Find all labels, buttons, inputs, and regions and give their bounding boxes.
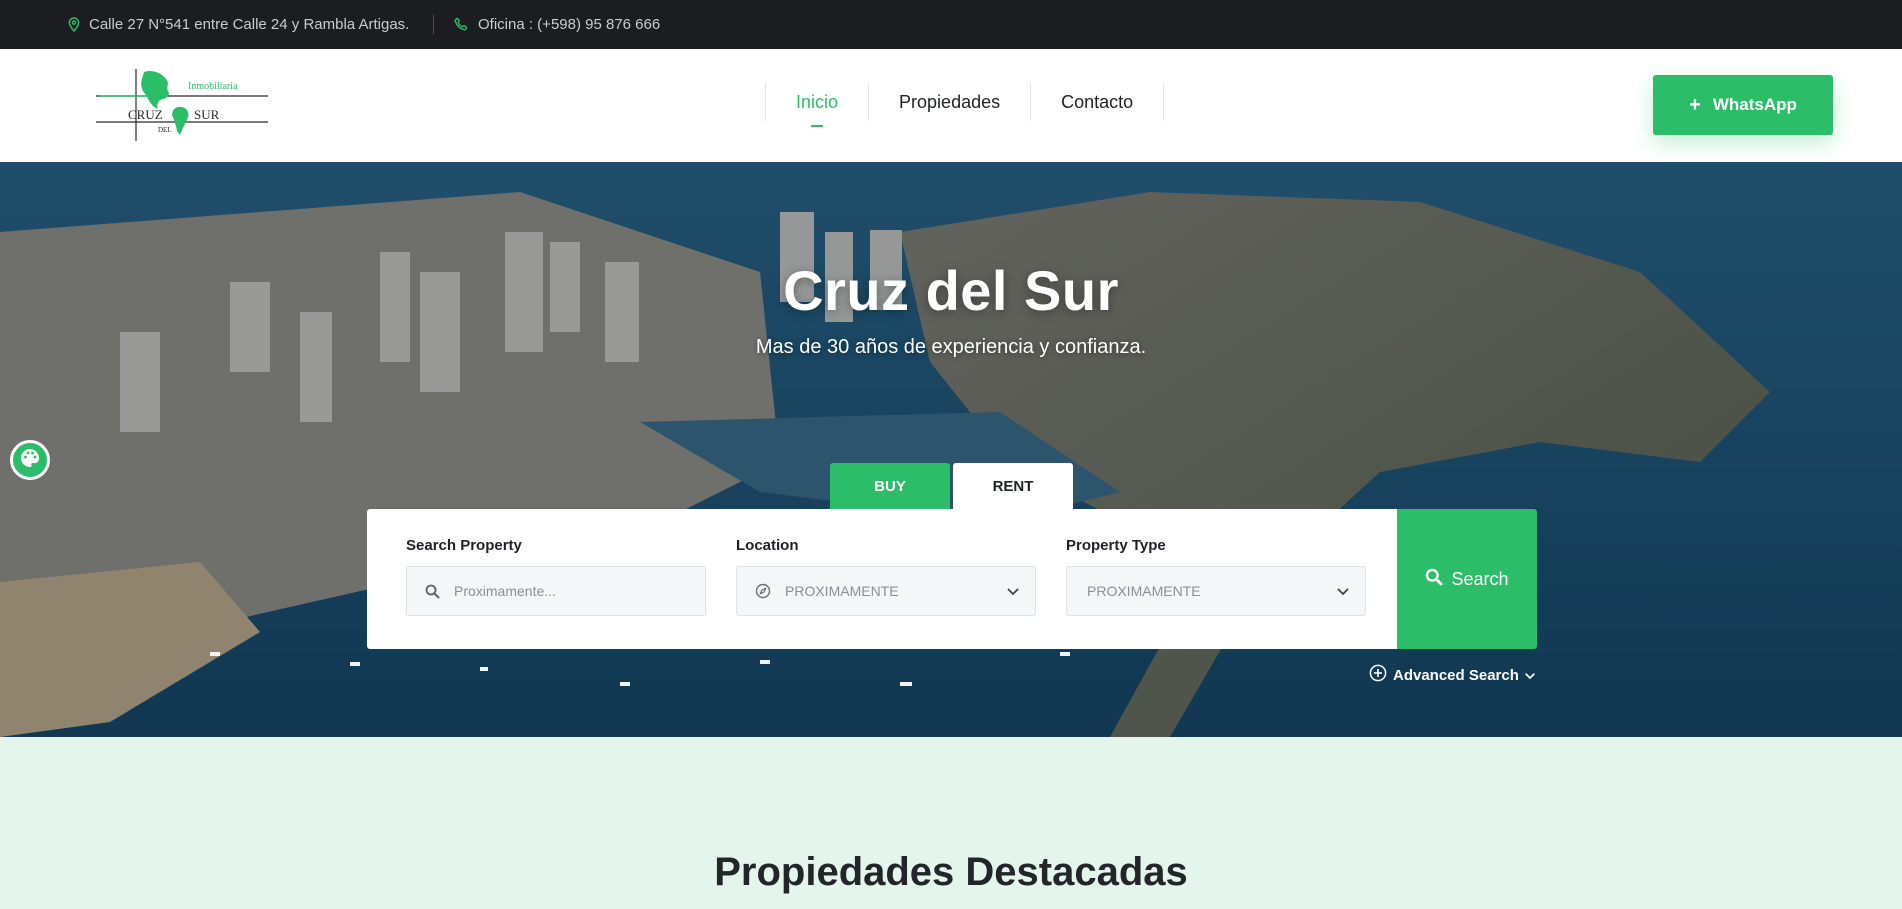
chevron-down-icon [1337,583,1349,599]
location-select[interactable]: PROXIMAMENTE [736,566,1036,616]
address-info: Calle 27 N°541 entre Calle 24 y Rambla A… [68,0,409,49]
map-pin-icon [68,17,80,32]
whatsapp-button[interactable]: + WhatsApp [1653,75,1833,135]
nav-item-inicio[interactable]: Inicio [766,83,870,127]
logo-word: SUR [194,107,220,122]
property-type-select[interactable]: PROXIMAMENTE [1066,566,1366,616]
tab-buy[interactable]: BUY [830,463,950,509]
compass-icon [755,583,771,599]
hero-title: Cruz del Sur [783,259,1119,322]
hero-background-image [0,162,1902,737]
phone-info[interactable]: Oficina : (+598) 95 876 666 [454,0,660,49]
tab-rent[interactable]: RENT [953,463,1073,509]
top-info-bar: Calle 27 N°541 entre Calle 24 y Rambla A… [0,0,1902,49]
color-palette-button[interactable] [10,440,50,480]
property-type-value: PROXIMAMENTE [1087,583,1201,599]
divider [433,15,434,34]
search-property-field: Search Property Proximamente... [406,537,706,616]
main-nav: Inicio Propiedades Contacto [765,83,1165,127]
nav-item-contacto[interactable]: Contacto [1031,83,1165,121]
logo-word: CRUZ [128,107,163,122]
search-property-placeholder: Proximamente... [454,583,556,599]
phone-text: Oficina : (+598) 95 876 666 [478,16,661,33]
search-panel: Search Property Proximamente... Location… [367,509,1397,649]
location-label: Location [736,537,799,554]
advanced-search-toggle[interactable]: Advanced Search [1369,664,1535,686]
location-field: Location PROXIMAMENTE [736,537,1036,616]
search-tabs: BUY RENT [830,463,1073,509]
chevron-down-icon [1007,583,1019,599]
plus-circle-icon [1369,664,1387,686]
phone-icon [454,17,469,32]
address-text: Calle 27 N°541 entre Calle 24 y Rambla A… [89,16,410,33]
search-button-label: Search [1451,568,1509,589]
palette-icon [19,447,41,474]
hero-section: Cruz del Sur Mas de 30 años de experienc… [0,162,1902,737]
search-icon [1425,568,1443,591]
chevron-down-icon [1525,667,1535,684]
hero-subtitle: Mas de 30 años de experiencia y confianz… [755,336,1147,358]
whatsapp-label: WhatsApp [1712,95,1797,114]
advanced-search-label: Advanced Search [1393,666,1519,684]
search-icon [425,584,440,599]
search-button[interactable]: Search [1397,509,1537,649]
plus-icon: + [1689,94,1701,116]
featured-properties-title: Propiedades Destacadas [714,850,1188,894]
property-type-field: Property Type PROXIMAMENTE [1066,537,1366,616]
location-value: PROXIMAMENTE [785,583,899,599]
logo[interactable]: Inmobiliaria CRUZ DEL SUR [96,69,268,141]
search-property-label: Search Property [406,537,522,554]
logo-word: DEL [158,126,172,134]
continent-icon [141,70,169,109]
property-type-label: Property Type [1066,537,1166,554]
search-property-input[interactable]: Proximamente... [406,566,706,616]
logo-word: Inmobiliaria [188,81,238,92]
site-header: Inmobiliaria CRUZ DEL SUR Inicio Propied… [0,49,1902,162]
nav-item-propiedades[interactable]: Propiedades [869,83,1032,121]
